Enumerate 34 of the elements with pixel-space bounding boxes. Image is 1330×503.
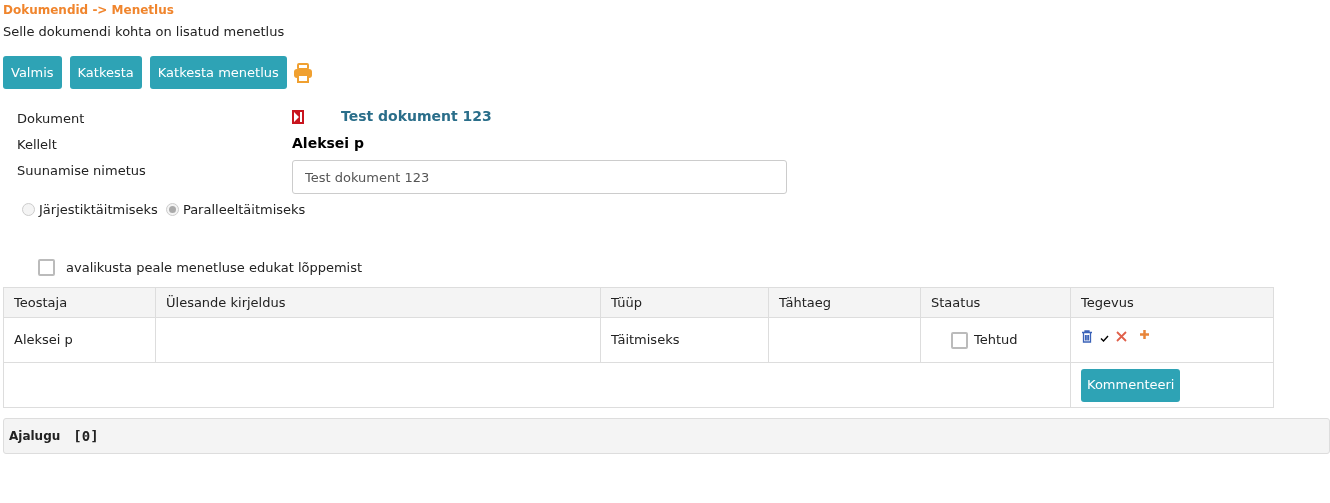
column-header: Staatus	[920, 287, 1071, 318]
table-cell: Täitmiseks	[600, 317, 769, 363]
document-link[interactable]: Test dokument 123	[341, 106, 492, 127]
checkbox[interactable]	[951, 331, 968, 349]
action-button[interactable]: Valmis	[3, 56, 62, 89]
sender-name: Aleksei p	[292, 135, 364, 151]
field-label: Kellelt	[17, 136, 58, 154]
table-cell: Aleksei p	[3, 317, 156, 363]
checkbox-label: avalikusta peale menetluse edukat lõppemist	[66, 258, 363, 277]
checkbox[interactable]	[38, 258, 55, 276]
comment-button[interactable]: Kommenteeri	[1081, 368, 1181, 402]
trash-icon[interactable]	[1081, 330, 1093, 343]
column-header: Tüüp	[600, 287, 769, 318]
radio-label: Järjestiktäitmiseks	[39, 201, 158, 219]
column-header: Teostaja	[3, 287, 156, 318]
breadcrumb[interactable]: Dokumendid -> Menetlus	[3, 2, 1330, 18]
status-label: Tehtud	[974, 331, 1018, 350]
radio-label: Paralleeltäitmiseks	[182, 201, 306, 219]
close-icon[interactable]	[1116, 331, 1127, 342]
column-header: Tähtaeg	[768, 287, 921, 318]
check-icon[interactable]	[1100, 335, 1109, 342]
action-button[interactable]: Katkesta menetlus	[149, 56, 287, 89]
text-input[interactable]: Test dokument 123	[292, 160, 787, 194]
history-title[interactable]: Ajalugu	[9, 427, 61, 445]
column-header: Tegevus	[1070, 287, 1274, 318]
printer-icon[interactable]	[292, 62, 313, 83]
field-label: Dokument	[17, 110, 86, 128]
field-label: Suunamise nimetus	[17, 162, 147, 180]
notice-text: Selle dokumendi kohta on lisatud menetlus	[3, 23, 286, 41]
column-header: Ülesande kirjeldus	[155, 287, 601, 318]
action-button[interactable]: Katkesta	[69, 56, 142, 89]
document-icon	[292, 109, 304, 124]
plus-icon[interactable]	[1140, 330, 1149, 339]
history-count: [0]	[73, 426, 99, 446]
